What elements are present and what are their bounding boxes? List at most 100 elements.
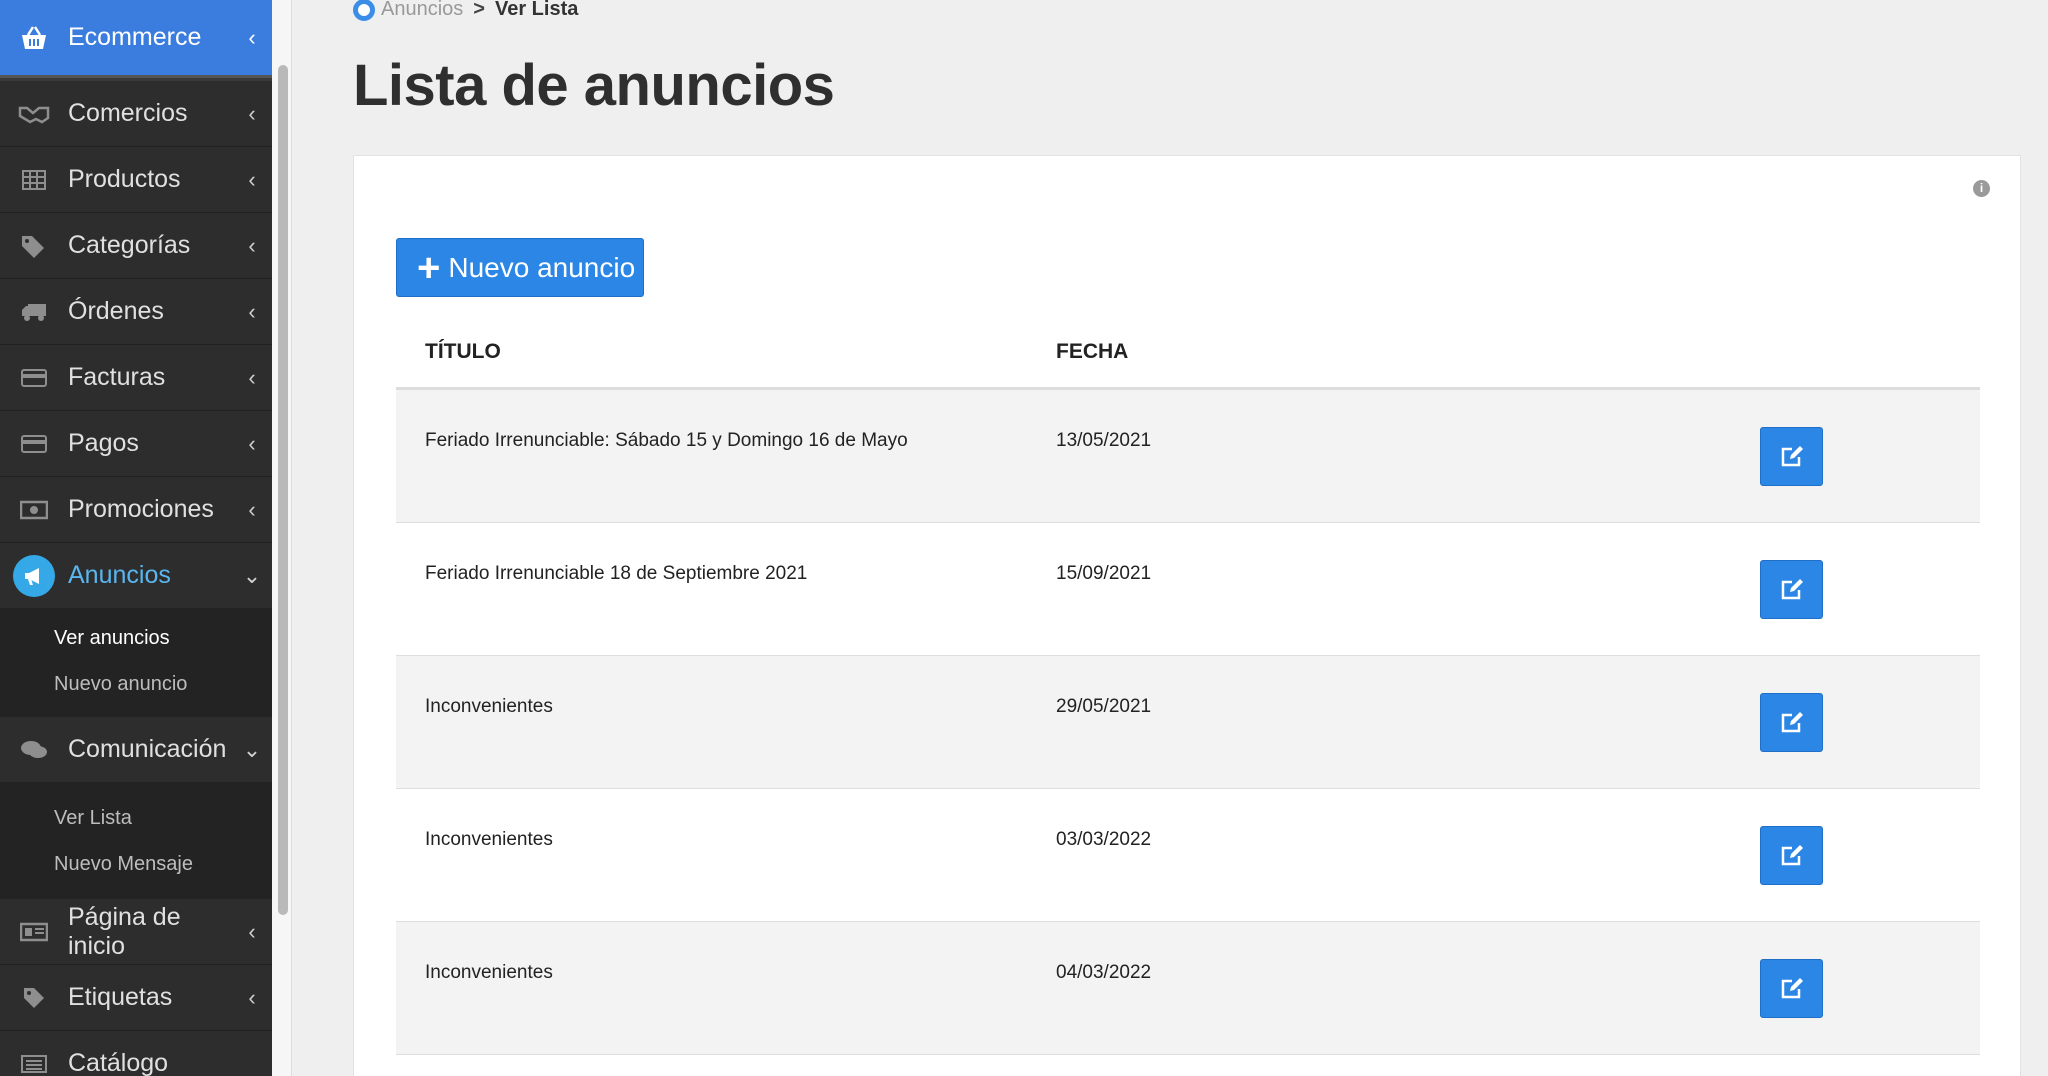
money-icon	[0, 500, 68, 520]
basket-icon	[0, 25, 68, 51]
sidebar-item-productos[interactable]: Productos ‹	[0, 147, 272, 213]
chevron-left-icon: ‹	[248, 364, 256, 390]
sidebar-item-comunicacion[interactable]: Comunicación ⌄	[0, 717, 272, 783]
breadcrumb-current: Ver Lista	[494, 0, 579, 20]
sidebar-item-facturas[interactable]: Facturas ‹	[0, 345, 272, 411]
tags-icon	[0, 234, 68, 258]
sidebar-item-anuncios[interactable]: Anuncios ⌄	[0, 543, 272, 609]
row-title: Feriado Irrenunciable: Sábado 15 y Domin…	[425, 430, 908, 451]
scrollbar-thumb[interactable]	[278, 65, 288, 915]
row-title: Inconvenientes	[425, 829, 553, 850]
truck-icon	[0, 302, 68, 322]
sidebar-item-pagos[interactable]: Pagos ‹	[0, 411, 272, 477]
row-date: 03/03/2022	[1056, 829, 1152, 850]
breadcrumb: Anuncios > Ver Lista	[353, 0, 578, 21]
chevron-left-icon: ‹	[248, 166, 256, 192]
announcements-card: i + Nuevo anuncio TÍTULO FECHA Feriado I…	[353, 155, 2021, 1076]
tag-icon	[0, 986, 68, 1010]
chevron-left-icon: ‹	[248, 918, 256, 944]
anuncios-submenu: Ver anuncios Nuevo anuncio	[0, 609, 272, 717]
sidebar-item-promociones[interactable]: Promociones ‹	[0, 477, 272, 543]
row-title: Inconvenientes	[425, 696, 553, 717]
sidebar: Ecommerce ‹ Comercios ‹ Productos ‹ Cate…	[0, 0, 272, 1076]
new-announcement-label: Nuevo anuncio	[448, 251, 636, 283]
header-title: TÍTULO	[425, 339, 501, 363]
target-icon	[353, 0, 375, 21]
sidebar-item-label: Página de inicio	[68, 902, 181, 960]
table-body: Feriado Irrenunciable: Sábado 15 y Domin…	[396, 390, 1980, 1055]
grid-icon	[0, 169, 68, 190]
sidebar-item-comercios[interactable]: Comercios ‹	[0, 81, 272, 147]
row-date: 04/03/2022	[1056, 962, 1152, 983]
sidebar-item-label: Productos	[68, 165, 181, 193]
sidebar-item-label: Categorías	[68, 231, 191, 259]
table-row: Inconvenientes 03/03/2022	[396, 789, 1980, 922]
sidebar-item-ordenes[interactable]: Órdenes ‹	[0, 279, 272, 345]
sidebar-item-label: Promociones	[68, 495, 214, 523]
breadcrumb-parent[interactable]: Anuncios	[381, 0, 463, 21]
comments-icon	[0, 739, 68, 761]
sidebar-item-label: Comercios	[68, 99, 188, 127]
sidebar-header-ecommerce[interactable]: Ecommerce ‹	[0, 0, 272, 75]
sidebar-item-label: Anuncios	[68, 561, 171, 589]
chevron-left-icon: ‹	[248, 496, 256, 522]
sidebar-item-etiquetas[interactable]: Etiquetas ‹	[0, 965, 272, 1031]
edit-button[interactable]	[1760, 427, 1823, 486]
row-date: 29/05/2021	[1056, 696, 1152, 717]
comunicacion-submenu: Ver Lista Nuevo Mensaje	[0, 783, 272, 899]
chevron-down-icon: ⌄	[242, 562, 262, 588]
chevron-left-icon: ‹	[248, 984, 256, 1010]
table-header: TÍTULO FECHA	[396, 316, 1980, 390]
edit-icon	[1781, 844, 1803, 865]
page-title: Lista de anuncios	[353, 53, 835, 118]
breadcrumb-separator: >	[473, 0, 485, 20]
sidebar-scrollbar[interactable]	[272, 0, 292, 1076]
sidebar-item-label: Etiquetas	[68, 983, 173, 1011]
edit-button[interactable]	[1760, 693, 1823, 752]
row-title: Inconvenientes	[425, 962, 553, 983]
table-row: Feriado Irrenunciable: Sábado 15 y Domin…	[396, 390, 1980, 523]
sidebar-item-label: Pagos	[68, 429, 139, 457]
edit-button[interactable]	[1760, 959, 1823, 1018]
table-row: Feriado Irrenunciable 18 de Septiembre 2…	[396, 523, 1980, 656]
megaphone-icon	[0, 554, 68, 597]
sidebar-item-catalogo[interactable]: Catálogo	[0, 1031, 272, 1076]
plus-icon: +	[417, 245, 441, 290]
edit-icon	[1781, 445, 1803, 466]
submenu-item-ver-lista[interactable]: Ver Lista	[0, 795, 272, 841]
edit-icon	[1781, 977, 1803, 998]
info-icon[interactable]: i	[1973, 180, 1990, 197]
chevron-down-icon: ⌄	[242, 736, 262, 762]
sidebar-item-label: Catálogo	[68, 1049, 169, 1076]
table-row: Inconvenientes 29/05/2021	[396, 656, 1980, 789]
new-announcement-button[interactable]: + Nuevo anuncio	[396, 238, 644, 297]
chevron-left-icon: ‹	[248, 100, 256, 126]
sidebar-item-label: Órdenes	[68, 297, 164, 325]
list-icon	[0, 1054, 68, 1074]
row-date: 15/09/2021	[1056, 563, 1152, 584]
main-content: Anuncios > Ver Lista Lista de anuncios i…	[292, 0, 2048, 1076]
table-row: Inconvenientes 04/03/2022	[396, 922, 1980, 1055]
row-title: Feriado Irrenunciable 18 de Septiembre 2…	[425, 563, 808, 584]
sidebar-header-label: Ecommerce	[68, 23, 202, 51]
chevron-left-icon: ‹	[248, 24, 256, 50]
chevron-left-icon: ‹	[248, 298, 256, 324]
sidebar-item-categorias[interactable]: Categorías ‹	[0, 213, 272, 279]
chevron-left-icon: ‹	[248, 430, 256, 456]
edit-icon	[1781, 711, 1803, 732]
credit-card-icon	[0, 434, 68, 454]
submenu-item-nuevo-anuncio[interactable]: Nuevo anuncio	[0, 661, 272, 707]
edit-button[interactable]	[1760, 826, 1823, 885]
edit-button[interactable]	[1760, 560, 1823, 619]
edit-icon	[1781, 578, 1803, 599]
header-date: FECHA	[1056, 339, 1129, 363]
sidebar-item-label: Facturas	[68, 363, 166, 391]
submenu-item-ver-anuncios[interactable]: Ver anuncios	[0, 615, 272, 661]
announcements-table: TÍTULO FECHA Feriado Irrenunciable: Sába…	[396, 316, 1980, 1055]
chevron-left-icon: ‹	[248, 232, 256, 258]
handshake-icon	[0, 104, 68, 124]
sidebar-item-pagina-de-inicio[interactable]: Página de inicio ‹	[0, 899, 272, 965]
submenu-item-nuevo-mensaje[interactable]: Nuevo Mensaje	[0, 841, 272, 887]
sidebar-item-label: Comunicación	[68, 735, 227, 763]
row-date: 13/05/2021	[1056, 430, 1152, 451]
